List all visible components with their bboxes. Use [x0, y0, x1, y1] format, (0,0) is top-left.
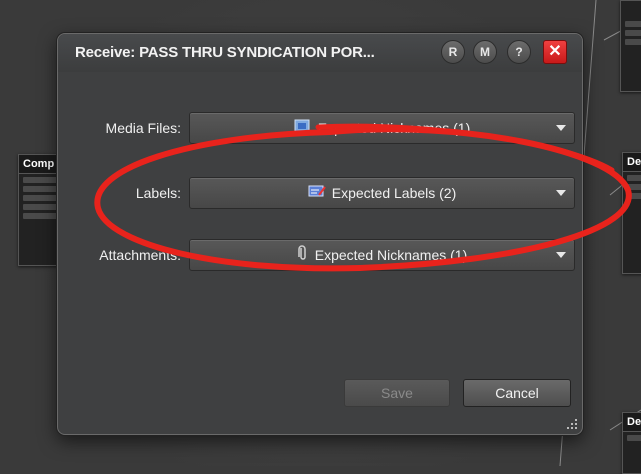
- node-row: [627, 184, 641, 190]
- m-button[interactable]: M: [473, 40, 497, 64]
- node-row: [23, 186, 59, 192]
- cancel-button[interactable]: Cancel: [463, 379, 571, 407]
- chevron-down-icon: [556, 190, 566, 196]
- attachments-dropdown[interactable]: Expected Nicknames (1): [189, 239, 575, 271]
- media-files-label: Media Files:: [105, 120, 181, 136]
- media-files-icon: [294, 114, 312, 144]
- node-row: [627, 435, 641, 441]
- attachments-label: Attachments:: [99, 247, 181, 263]
- node-row: [23, 195, 59, 201]
- close-button[interactable]: ✕: [543, 40, 567, 64]
- resize-grip-icon[interactable]: [566, 418, 578, 430]
- save-button[interactable]: Save: [344, 379, 450, 407]
- attachments-value: Expected Nicknames (1): [314, 247, 468, 263]
- media-files-dropdown[interactable]: Expected Nicknames (1): [189, 112, 575, 144]
- node-row: [23, 177, 59, 183]
- receive-dialog: Receive: PASS THRU SYNDICATION POR... R …: [57, 33, 583, 435]
- dialog-titlebar[interactable]: Receive: PASS THRU SYNDICATION POR... R …: [58, 34, 582, 72]
- dialog-title: Receive: PASS THRU SYNDICATION POR...: [75, 44, 375, 61]
- workflow-node-right-bottom[interactable]: De: [622, 412, 641, 474]
- labels-value: Expected Labels (2): [331, 185, 457, 201]
- node-row: [625, 30, 641, 36]
- labels-dropdown[interactable]: Expected Labels (2): [189, 177, 575, 209]
- media-files-value: Expected Nicknames (1): [317, 120, 471, 136]
- labels-icon: [308, 179, 326, 209]
- node-row: [23, 213, 59, 219]
- help-button[interactable]: ?: [507, 40, 531, 64]
- node-title: De: [623, 153, 641, 172]
- node-row: [627, 175, 641, 181]
- workflow-node-right-mid[interactable]: De: [622, 152, 641, 274]
- workflow-node-right-top[interactable]: [620, 0, 641, 92]
- labels-label: Labels:: [135, 185, 181, 201]
- node-row: [627, 193, 641, 199]
- node-row: [625, 21, 641, 27]
- node-title: De: [623, 413, 641, 432]
- chevron-down-icon: [556, 125, 566, 131]
- r-button[interactable]: R: [441, 40, 465, 64]
- node-row: [23, 204, 59, 210]
- chevron-down-icon: [556, 252, 566, 258]
- paperclip-icon: [297, 241, 309, 271]
- node-row: [625, 39, 641, 45]
